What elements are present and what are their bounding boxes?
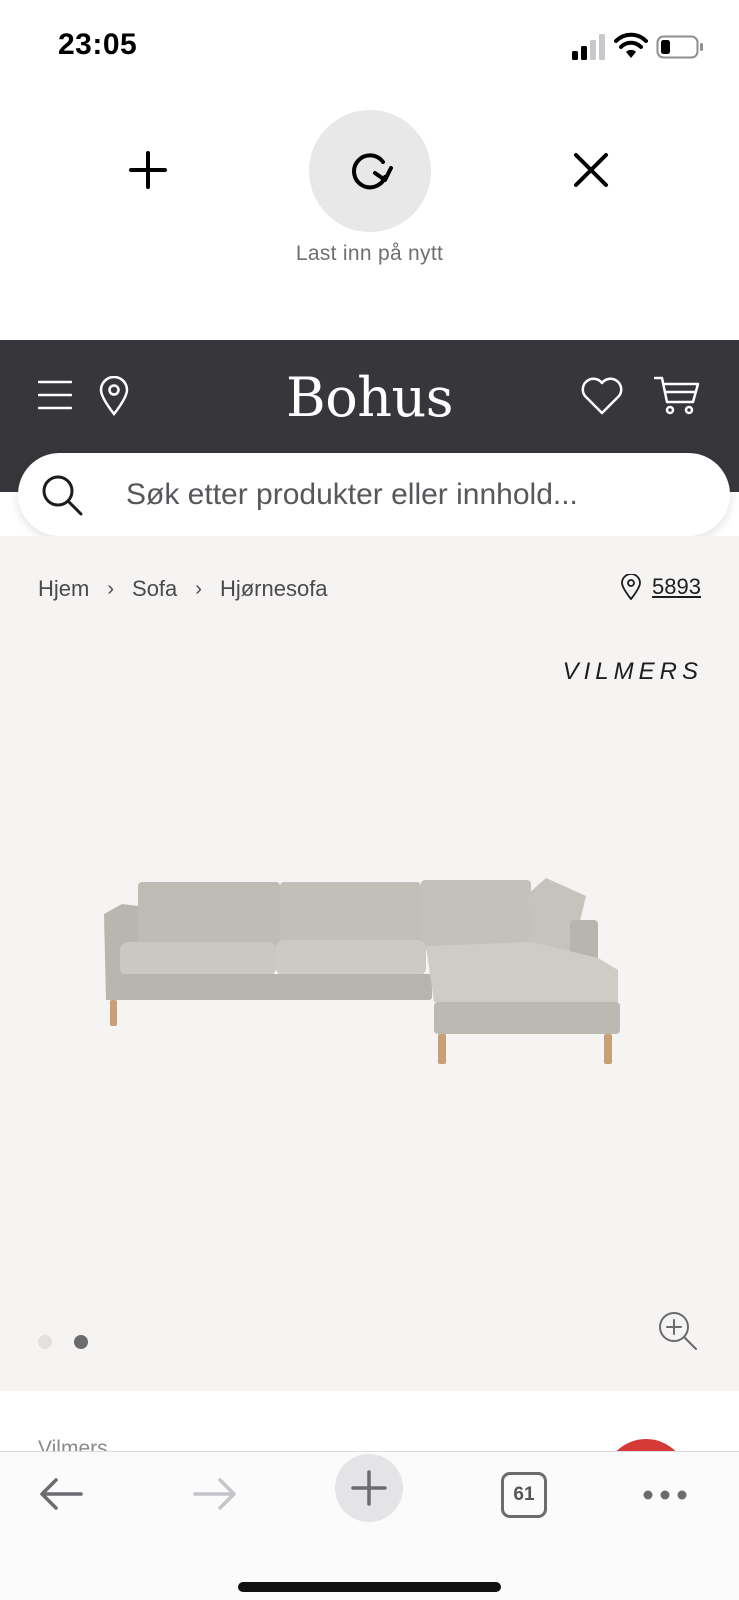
status-time: 23:05 [58,28,138,61]
store-number: 5893 [652,574,701,599]
reload-button[interactable] [309,110,431,232]
plus-icon [129,151,167,189]
product-info-peek: Vilmers [0,1391,739,1451]
product-gallery: Hjem › Sofa › Hjørnesofa 5893 VILMERS [0,536,739,1391]
search-icon [42,475,83,516]
search-input[interactable] [126,453,686,536]
status-bar: 23:05 [0,0,739,92]
pull-to-refresh-panel: Last inn på nytt [0,92,739,340]
site-logo[interactable]: Bohus [0,366,739,429]
zoom-in-icon[interactable] [658,1311,698,1351]
close-icon [574,153,608,187]
new-tab-button[interactable] [335,1454,403,1522]
carousel-dot[interactable] [38,1335,52,1349]
corner-sofa-image[interactable] [100,876,640,1086]
reload-label: Last inn på nytt [295,242,444,265]
battery-icon [656,35,703,59]
breadcrumb-separator: › [195,577,202,600]
breadcrumb-separator: › [107,577,115,600]
new-tab-button[interactable] [126,148,170,192]
more-icon[interactable] [642,1480,688,1510]
wifi-icon [614,32,648,58]
carousel-dot-active[interactable] [74,1335,88,1349]
search-bar[interactable] [18,453,730,536]
breadcrumb-item-sofa[interactable]: Sofa [132,576,177,602]
breadcrumb: Hjem › Sofa › Hjørnesofa [38,576,328,602]
tabs-button[interactable]: 61 [501,1472,547,1518]
home-indicator [238,1582,501,1592]
map-pin-icon [621,574,641,600]
browser-toolbar: 61 [0,1451,739,1600]
carousel-indicators [38,1335,88,1349]
breadcrumb-item-corner-sofa[interactable]: Hjørnesofa [220,576,328,602]
breadcrumb-item-home[interactable]: Hjem [38,576,89,602]
close-tab-button[interactable] [569,148,613,192]
brand-logo: VILMERS [562,658,703,685]
back-arrow-icon[interactable] [38,1474,84,1514]
sale-badge [604,1439,688,1451]
plus-icon [351,1470,387,1506]
heart-icon[interactable] [580,376,624,416]
store-link[interactable]: 5893 [620,574,701,600]
product-name: Vilmers [38,1437,108,1451]
cellular-signal-icon [572,34,605,60]
cart-icon[interactable] [654,374,700,416]
reload-icon [352,153,393,190]
forward-arrow-icon[interactable] [192,1474,238,1514]
